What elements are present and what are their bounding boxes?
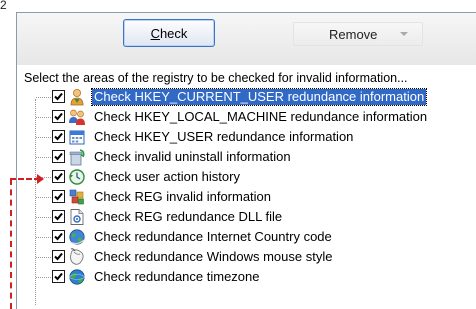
checkbox[interactable]: [52, 210, 65, 223]
annotation-dashed-line: [10, 179, 12, 309]
tree-item-label: Check HKEY_CURRENT_USER redundance infor…: [90, 88, 428, 106]
tree-item-label: Check redundance Windows mouse style: [94, 249, 333, 264]
checkbox[interactable]: [52, 190, 65, 203]
history-icon: [69, 169, 85, 185]
remove-button-label: Remove: [329, 26, 378, 42]
checkmark-icon: [54, 112, 63, 121]
checkmark-icon: [54, 152, 63, 161]
checkmark-icon: [54, 212, 63, 221]
tree-branch: [36, 257, 51, 258]
tree-branch: [36, 117, 51, 118]
user-icon: [70, 89, 84, 106]
tree-item-label: Check redundance timezone: [94, 269, 260, 284]
tree-branch: [36, 157, 51, 158]
registry-icon: [69, 189, 84, 205]
mouse-icon: [70, 248, 84, 265]
tree-item-reg-dll[interactable]: Check REG redundance DLL file: [17, 207, 476, 227]
checkmark-icon: [54, 172, 63, 181]
globe-icon: [69, 229, 85, 245]
checkmark-icon: [54, 252, 63, 261]
tree-item-label: Check HKEY_LOCAL_MACHINE redundance info…: [94, 109, 428, 124]
tree-item-label: Check HKEY_USER redundance information: [94, 129, 354, 144]
checkbox[interactable]: [52, 150, 65, 163]
tree-item-label: Check user action history: [94, 169, 240, 184]
timezone-globe-icon: [69, 269, 85, 285]
checkbox[interactable]: [52, 110, 65, 123]
dropdown-arrow-icon[interactable]: [400, 32, 408, 36]
registry-areas-panel: Select the areas of the registry to be c…: [17, 65, 476, 309]
checkbox[interactable]: [52, 250, 65, 263]
tree-item-internet-country-code[interactable]: Check redundance Internet Country code: [17, 227, 476, 247]
tree-branch: [36, 277, 51, 278]
calendar-icon: [69, 130, 85, 145]
tree-item-timezone[interactable]: Check redundance timezone: [17, 267, 476, 287]
checkmark-icon: [54, 192, 63, 201]
checkmark-icon: [54, 92, 63, 101]
checkmark-icon: [54, 272, 63, 281]
checkbox[interactable]: [52, 130, 65, 143]
check-button-label: Check: [150, 25, 188, 41]
tree-item-label: Check REG invalid information: [94, 189, 272, 204]
annotation-dashed-line: [10, 178, 40, 180]
tree-branch: [36, 217, 51, 218]
dll-file-icon: [70, 209, 84, 225]
checkbox[interactable]: [52, 90, 65, 103]
tree-branch: [36, 197, 51, 198]
top-edge-fragment: 2: [0, 0, 7, 12]
annotation-arrow-icon: [37, 174, 44, 184]
tree-item-hkey-user[interactable]: Check HKEY_USER redundance information: [17, 127, 476, 147]
registry-areas-tree: Check HKEY_CURRENT_USER redundance infor…: [17, 87, 476, 309]
toolbar: Check Remove: [17, 13, 476, 66]
checkbox[interactable]: [52, 230, 65, 243]
tree-branch: [36, 137, 51, 138]
check-button[interactable]: Check: [123, 19, 215, 47]
tree-item-windows-mouse-style[interactable]: Check redundance Windows mouse style: [17, 247, 476, 267]
instruction-text: Select the areas of the registry to be c…: [24, 71, 408, 85]
tree-branch: [36, 97, 51, 98]
checkbox[interactable]: [52, 170, 65, 183]
tree-item-reg-invalid[interactable]: Check REG invalid information: [17, 187, 476, 207]
users-icon: [69, 109, 85, 125]
checkmark-icon: [54, 232, 63, 241]
tree-item-label: Check redundance Internet Country code: [94, 229, 332, 244]
uninstall-icon: [69, 149, 85, 166]
tree-branch: [36, 237, 51, 238]
registry-cleaner-window: Check Remove Select the areas of the reg…: [16, 12, 476, 309]
tree-item-label: Check REG redundance DLL file: [94, 209, 283, 224]
tree-item-hkey-current-user[interactable]: Check HKEY_CURRENT_USER redundance infor…: [17, 87, 476, 107]
tree-item-label: Check invalid uninstall information: [94, 149, 291, 164]
tree-item-user-action-history[interactable]: Check user action history: [17, 167, 476, 187]
checkmark-icon: [54, 132, 63, 141]
remove-button[interactable]: Remove: [293, 22, 423, 46]
checkbox[interactable]: [52, 270, 65, 283]
tree-item-hkey-local-machine[interactable]: Check HKEY_LOCAL_MACHINE redundance info…: [17, 107, 476, 127]
tree-item-uninstall[interactable]: Check invalid uninstall information: [17, 147, 476, 167]
